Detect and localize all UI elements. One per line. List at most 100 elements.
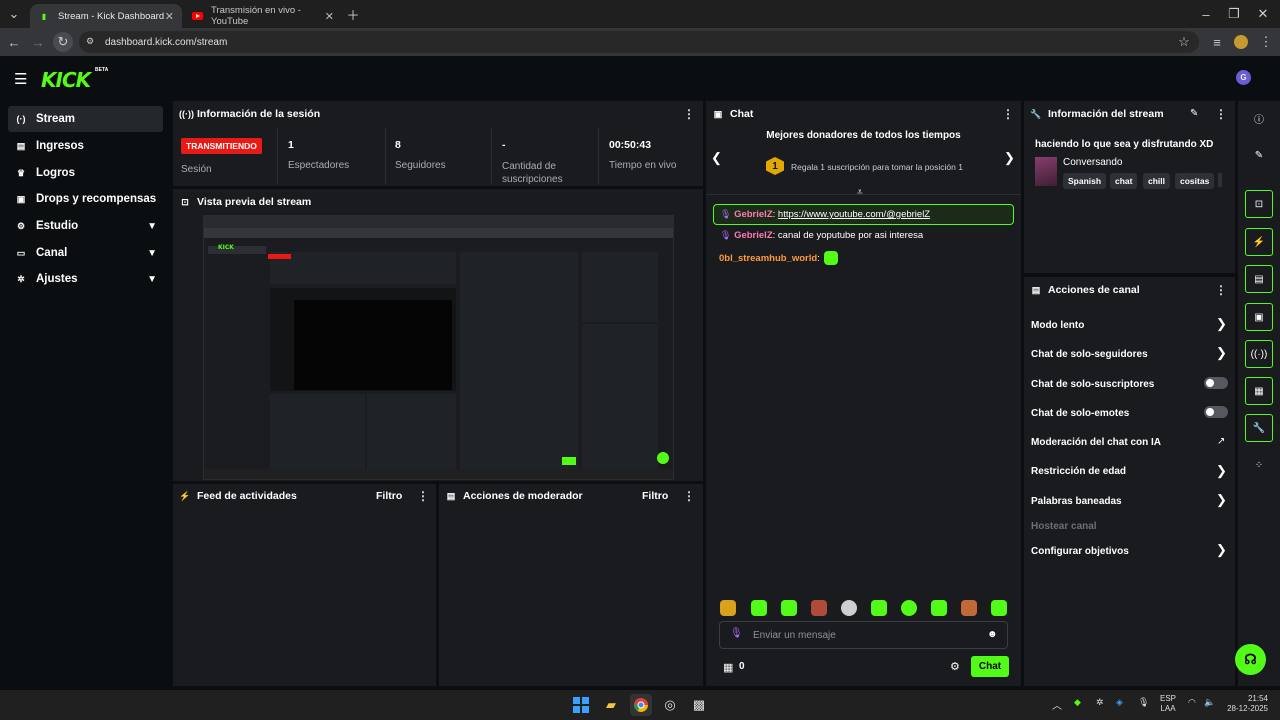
sidebar-item-drops[interactable]: ▣ Drops y recompensas [8,186,163,212]
back-icon[interactable]: ← [4,32,24,52]
emote-icon[interactable] [781,600,797,616]
chevron-right-icon[interactable]: ❯ [1216,463,1227,479]
subs-only-toggle[interactable] [1204,377,1228,389]
emote-icon[interactable] [901,600,917,616]
preview-panel-icon[interactable]: ⊡ [1245,190,1273,218]
reading-list-icon[interactable]: ≡ [1207,32,1227,52]
tag-chip[interactable]: chill [1143,173,1171,189]
sidebar-item-estudio[interactable]: ⚙ Estudio ▼ [8,213,163,239]
age-restriction-label[interactable]: Restricción de edad [1031,466,1126,477]
emoji-picker-icon[interactable]: ☻ [987,629,998,640]
file-explorer-icon[interactable]: ▰ [600,694,622,716]
layout-panel-icon[interactable]: ▦ [1245,377,1273,405]
collapse-icon[interactable]: ⩡ [857,187,863,198]
emotes-only-toggle[interactable] [1204,406,1228,418]
category-thumbnail[interactable] [1035,157,1057,186]
address-bar[interactable]: dashboard.kick.com/stream [79,31,1199,53]
slow-mode-label[interactable]: Modo lento [1031,320,1084,331]
close-tab-icon[interactable]: ✕ [325,10,334,23]
mod-menu-icon[interactable]: ⋮ [683,489,695,503]
emote-icon[interactable] [751,600,767,616]
mod-panel-icon[interactable]: ▤ [1245,265,1273,293]
chevron-right-icon[interactable]: ❯ [1216,345,1227,361]
configure-goals-label[interactable]: Configurar objetivos [1031,546,1129,557]
activity-menu-icon[interactable]: ⋮ [417,489,429,503]
close-window-icon[interactable]: ✕ [1253,4,1273,24]
chat-menu-icon[interactable]: ⋮ [1002,107,1014,121]
windows-start-icon[interactable] [570,694,592,716]
emote-icon[interactable] [961,600,977,616]
clock[interactable]: 21:54 28-12-2025 [1226,694,1268,714]
show-hidden-icons-icon[interactable]: ︿ [1052,697,1062,712]
channel-actions-menu-icon[interactable]: ⋮ [1215,283,1227,297]
wrench-panel-icon[interactable]: 🔧 [1245,414,1273,442]
close-tab-icon[interactable]: ✕ [165,10,174,23]
banned-words-label[interactable]: Palabras baneadas [1031,496,1122,507]
tab-kick-dashboard[interactable]: ▮ Stream - Kick Dashboard ✕ [30,4,182,28]
tab-search-icon[interactable]: ⌄ [4,4,24,24]
tray-gear-icon[interactable]: ✲ [1096,697,1104,708]
tray-app-icon[interactable]: ◆ [1074,697,1081,708]
external-link-icon[interactable]: ↗ [1217,436,1225,447]
chevron-right-icon[interactable]: ❯ [1216,316,1227,332]
info-icon[interactable]: ⓘ [1245,104,1273,132]
obs-icon[interactable]: ◎ [659,694,681,716]
followers-only-label[interactable]: Chat de solo-seguidores [1031,349,1148,360]
edit-pencil-icon[interactable]: ✎ [1190,108,1198,119]
emote-icon[interactable] [931,600,947,616]
tray-mic-icon[interactable]: 🎙 [1138,697,1149,708]
user-avatar[interactable]: G [1236,70,1251,85]
donors-prev-icon[interactable]: ❮ [711,150,722,166]
donors-next-icon[interactable]: ❯ [1004,150,1015,166]
maximize-icon[interactable]: ❐ [1224,4,1244,24]
emote-icon[interactable] [811,600,827,616]
tag-chip[interactable]: Spanish [1063,173,1107,189]
emote-icon[interactable] [720,600,736,616]
minimize-icon[interactable]: – [1196,4,1216,24]
send-chat-button[interactable]: Chat [971,656,1009,677]
kick-points-icon[interactable]: ▦ [723,661,733,674]
app-icon[interactable]: ▩ [688,694,710,716]
tag-chip[interactable]: cositas [1175,173,1215,189]
sidebar-item-stream[interactable]: (·) Stream [8,106,163,132]
volume-icon[interactable]: 🔈 [1204,697,1215,708]
tag-chip[interactable]: chat [1110,173,1138,189]
apps-icon[interactable]: ⁘ [1245,451,1273,479]
bookmark-star-icon[interactable]: ☆ [1174,32,1194,52]
support-headset-icon[interactable]: ☊ [1235,644,1266,675]
chat-username[interactable]: GebrielZ [734,230,773,241]
chat-username[interactable]: GebrielZ [734,209,773,220]
session-panel-icon[interactable]: ((·)) [1245,340,1273,368]
stream-info-menu-icon[interactable]: ⋮ [1215,107,1227,121]
chrome-icon[interactable] [630,694,652,716]
wifi-icon[interactable]: ◠ [1188,697,1196,708]
browser-menu-icon[interactable]: ⋮ [1256,32,1276,52]
hamburger-menu-icon[interactable]: ☰ [14,70,27,88]
activity-filter-button[interactable]: Filtro [376,490,402,502]
reload-icon[interactable]: ↻ [53,32,73,52]
chevron-right-icon[interactable]: ❯ [1216,492,1227,508]
ai-moderation-label[interactable]: Moderación del chat con IA [1031,437,1161,448]
emote-icon[interactable] [871,600,887,616]
forward-icon[interactable]: → [28,32,48,52]
category-name[interactable]: Conversando [1063,157,1122,168]
chevron-right-icon[interactable]: ❯ [1216,542,1227,558]
sidebar-item-ingresos[interactable]: ▤ Ingresos [8,133,163,159]
tray-network-icon[interactable]: ◈ [1116,697,1123,708]
chat-settings-icon[interactable]: ⚙ [950,660,960,673]
profile-avatar[interactable] [1234,35,1248,49]
new-tab-icon[interactable]: ＋ [343,4,363,24]
language-indicator[interactable]: ESP LAA [1160,694,1176,714]
bolt-panel-icon[interactable]: ⚡ [1245,228,1273,256]
sidebar-item-logros[interactable]: ♛ Logros [8,160,163,186]
mod-filter-button[interactable]: Filtro [642,490,668,502]
kick-logo[interactable]: KICK [41,68,91,92]
chat-panel-icon[interactable]: ▣ [1245,303,1273,331]
emote-icon[interactable] [841,600,857,616]
site-info-icon[interactable]: ⚙ [86,36,94,47]
edit-pencil-icon[interactable]: ✎ [1245,141,1273,169]
session-menu-icon[interactable]: ⋮ [683,107,695,121]
sidebar-item-canal[interactable]: ▭ Canal ▼ [8,240,163,266]
emote-icon[interactable] [991,600,1007,616]
tab-youtube[interactable]: Transmisión en vivo - YouTube ✕ [184,4,342,28]
